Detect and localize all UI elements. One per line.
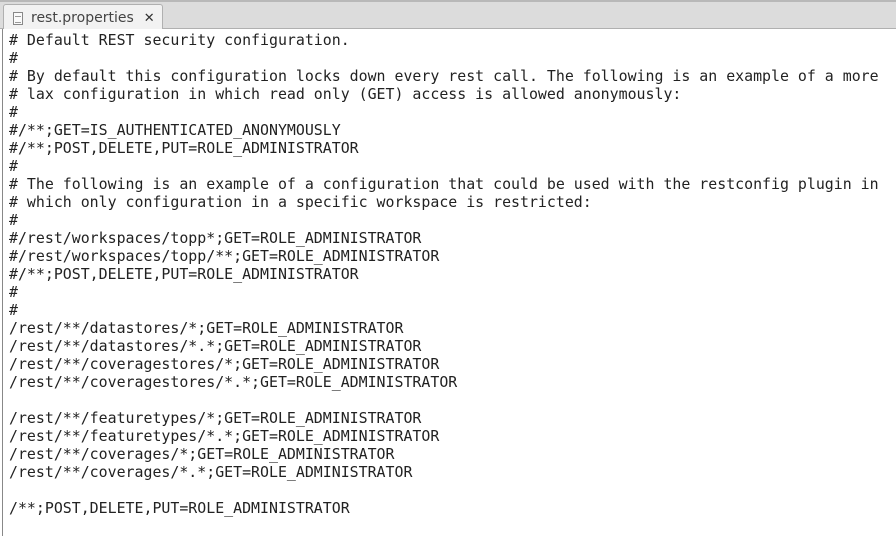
- tab-bar: rest.properties ✕: [0, 0, 896, 31]
- editor-line: #: [9, 211, 18, 229]
- editor-line: #/rest/workspaces/topp/**;GET=ROLE_ADMIN…: [9, 247, 440, 265]
- editor-line: /rest/**/coverages/*;GET=ROLE_ADMINISTRA…: [9, 445, 395, 463]
- editor-line: #: [9, 283, 18, 301]
- editor-line: #: [9, 157, 18, 175]
- editor-line: # lax configuration in which read only (…: [9, 85, 682, 103]
- editor-line: /rest/**/coveragestores/*.*;GET=ROLE_ADM…: [9, 373, 458, 391]
- editor-line: #/**;POST,DELETE,PUT=ROLE_ADMINISTRATOR: [9, 139, 359, 157]
- editor-line: # which only configuration in a specific…: [9, 193, 592, 211]
- editor-line: /rest/**/featuretypes/*.*;GET=ROLE_ADMIN…: [9, 427, 440, 445]
- editor-line: /rest/**/datastores/*.*;GET=ROLE_ADMINIS…: [9, 337, 422, 355]
- tab-rest-properties[interactable]: rest.properties ✕: [3, 4, 163, 31]
- editor-line: # By default this configuration locks do…: [9, 67, 879, 85]
- editor-line: /rest/**/datastores/*;GET=ROLE_ADMINISTR…: [9, 319, 404, 337]
- editor-line: /**;POST,DELETE,PUT=ROLE_ADMINISTRATOR: [9, 499, 350, 517]
- editor-line: #: [9, 301, 18, 319]
- editor-line: #/**;POST,DELETE,PUT=ROLE_ADMINISTRATOR: [9, 265, 359, 283]
- editor-line: # The following is an example of a confi…: [9, 175, 879, 193]
- editor-line: # Default REST security configuration.: [9, 31, 350, 49]
- editor-line: /rest/**/featuretypes/*;GET=ROLE_ADMINIS…: [9, 409, 422, 427]
- text-editor[interactable]: # Default REST security configuration. # #…: [2, 29, 896, 536]
- editor-line: /rest/**/coveragestores/*;GET=ROLE_ADMIN…: [9, 355, 440, 373]
- editor-content[interactable]: # Default REST security configuration. # #…: [9, 31, 879, 517]
- editor-line: #: [9, 49, 18, 67]
- editor-line: /rest/**/coverages/*.*;GET=ROLE_ADMINIST…: [9, 463, 413, 481]
- editor-line: #/**;GET=IS_AUTHENTICATED_ANONYMOUSLY: [9, 121, 341, 139]
- close-icon[interactable]: ✕: [144, 11, 155, 26]
- editor-line: #: [9, 103, 18, 121]
- tab-title: rest.properties: [31, 10, 134, 26]
- file-icon: [13, 11, 23, 25]
- editor-line: #/rest/workspaces/topp*;GET=ROLE_ADMINIS…: [9, 229, 422, 247]
